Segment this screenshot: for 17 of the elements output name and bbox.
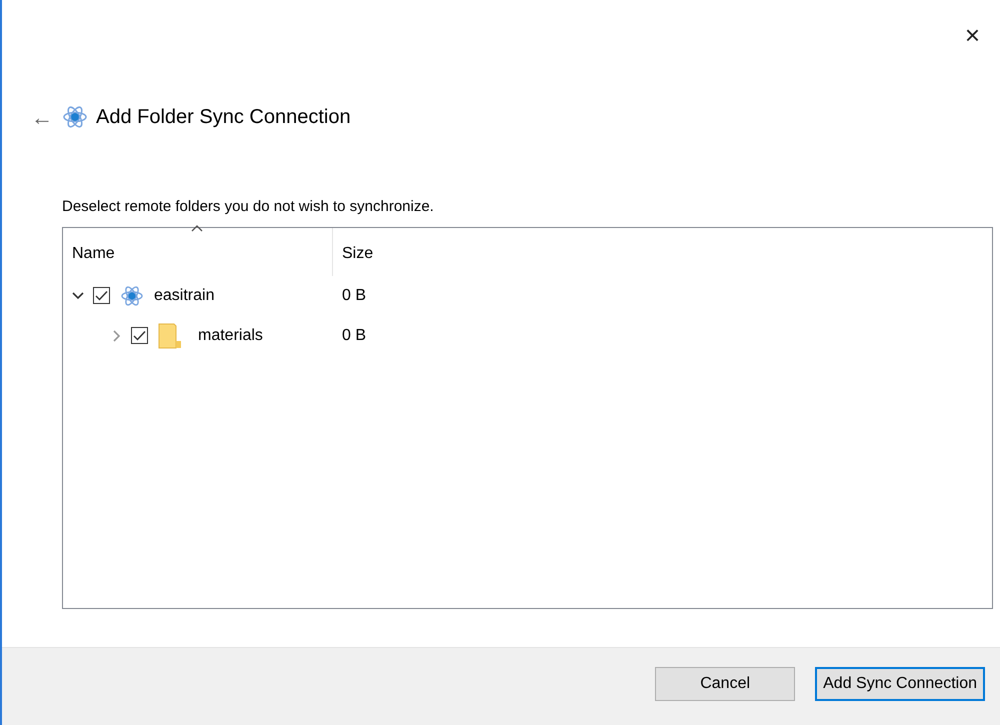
checkbox[interactable]: [131, 327, 148, 344]
size-cell-text: 0 B: [342, 286, 366, 306]
cancel-button[interactable]: Cancel: [655, 666, 796, 700]
close-button[interactable]: ×: [958, 20, 986, 50]
atom-icon: [120, 284, 144, 308]
checkbox[interactable]: [93, 287, 110, 304]
size-cell-text: 0 B: [342, 326, 366, 346]
back-button[interactable]: ←: [22, 100, 62, 134]
column-header[interactable]: Name: [72, 244, 115, 262]
folder-icon: [158, 322, 182, 348]
folder-name: easitrain: [154, 286, 214, 306]
add-button[interactable]: Add Sync Connection: [815, 666, 985, 700]
instruction-text: Deselect remote folders you do not wish to synchronize.: [62, 197, 435, 217]
folder-name: materials: [198, 326, 263, 346]
atom-icon: [62, 104, 88, 130]
window-title: Add Folder Sync Connection: [96, 105, 351, 130]
column-header[interactable]: Size: [342, 244, 374, 262]
